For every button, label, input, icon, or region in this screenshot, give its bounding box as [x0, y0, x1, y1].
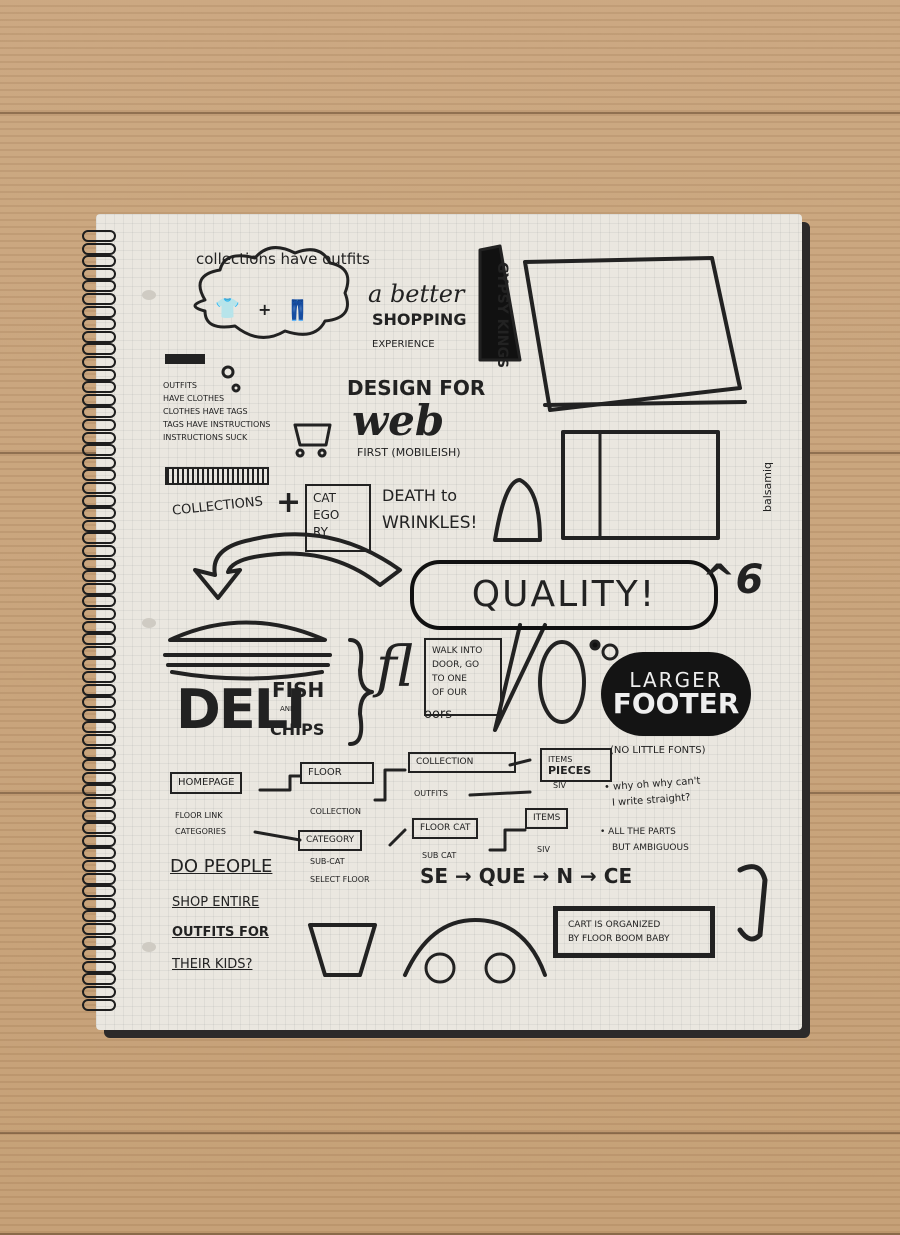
floor-link-text: FLOOR LINK: [175, 811, 223, 820]
floors-oors-text: oors: [424, 707, 453, 722]
iron-icon: [493, 478, 542, 542]
side-note: BUT AMBIGUOUS: [612, 843, 689, 853]
cart-note-line: BY FLOOR BOOM BABY: [568, 934, 670, 944]
note-line: TAGS HAVE INSTRUCTIONS: [163, 420, 271, 429]
balsamiq-text: balsamiq: [761, 462, 774, 513]
walk-line: OF OUR: [432, 688, 468, 698]
design-for-text: DESIGN FOR: [347, 376, 486, 400]
divider-bar: [165, 354, 205, 364]
note-line: HAVE CLOTHES: [163, 394, 225, 403]
category-line: CAT: [313, 491, 336, 505]
categories-text: CATEGORIES: [175, 827, 226, 836]
category-line: RY: [313, 525, 328, 539]
walk-line: DOOR, GO: [432, 660, 480, 670]
chips-text: CHIPS: [270, 720, 325, 739]
no-little-fonts-text: (NO LITTLE FONTS): [610, 745, 706, 756]
outfits-text: OUTFITS: [414, 789, 448, 798]
sandwich-icon: [163, 620, 332, 681]
top-left-notes: OUTFITS HAVE CLOTHES CLOTHES HAVE TAGS T…: [163, 382, 270, 442]
siv-text: SIV: [537, 845, 550, 854]
items-box: ITEMS: [525, 808, 569, 829]
note-line: OUTFITS: [163, 381, 197, 390]
pieces-line: PIECES: [548, 764, 592, 777]
wireframe-screen-small: [561, 430, 720, 540]
death-to-text: DEATH to: [382, 486, 458, 505]
floor-cat-box: FLOOR CAT: [412, 818, 479, 839]
bucket-icon: [308, 923, 377, 977]
wrinkles-text: WRINKLES!: [382, 513, 478, 533]
footer-text: FOOTER: [612, 687, 740, 720]
cart-note-line: CART IS ORGANIZED: [568, 920, 661, 930]
shopping-text: SHOPPING: [372, 310, 467, 329]
larger-footer-badge: LARGER FOOTER: [601, 652, 751, 736]
homepage-box: HOMEPAGE: [170, 772, 243, 794]
plus-sign: +: [258, 300, 272, 319]
wireframe-screen-large: [523, 256, 742, 412]
floors-fl-text: fl: [376, 635, 414, 700]
collection-box: COLLECTION: [408, 752, 516, 773]
a-better-text: a better: [368, 280, 465, 308]
gypsy-kings-text: GYPSY KINGS: [494, 262, 510, 369]
plus-sign: +: [276, 485, 302, 520]
and-text: AND: [280, 705, 296, 713]
collection-label-text: COLLECTION: [310, 807, 361, 816]
siv-text: SIV: [553, 781, 566, 790]
walk-line: TO ONE: [432, 674, 467, 684]
shopping-cart-icon: [293, 423, 332, 458]
do-people-text: DO PEOPLE: [170, 856, 273, 877]
outfit-icon: 👖: [285, 298, 310, 322]
category-flow-box: CATEGORY: [298, 830, 363, 851]
experience-text: EXPERIENCE: [372, 339, 435, 350]
first-mobileish-text: FIRST (MOBILEISH): [357, 446, 461, 459]
flip-flop-icon: [538, 640, 586, 724]
select-floor-text: SELECT FLOOR: [310, 875, 370, 884]
note-line: CLOTHES HAVE TAGS: [163, 407, 248, 416]
walk-into-box: WALK INTO DOOR, GO TO ONE OF OUR: [424, 638, 502, 716]
quality-speech-bubble: QUALITY!: [410, 560, 718, 630]
quality-text: QUALITY!: [471, 574, 657, 615]
side-note: • ALL THE PARTS: [600, 827, 676, 837]
floor-box: FLOOR: [300, 762, 374, 784]
sequence-text: SE → QUE → N → CE: [420, 864, 633, 888]
category-box: CAT EGO RY: [305, 484, 371, 552]
category-line: EGO: [313, 508, 340, 522]
shirt-icon: 👕: [215, 296, 240, 320]
sub-cat-text: SUB-CAT: [310, 857, 345, 866]
fish-text: FISH: [272, 678, 325, 702]
collections-have-outfits-text: collections have outfits: [196, 250, 370, 268]
shop-entire-text: SHOP ENTIRE: [172, 895, 260, 910]
items-pieces-box: ITEMS PIECES: [540, 748, 612, 782]
fish-icon: [737, 864, 768, 942]
caret-six-text: ^6: [702, 557, 764, 603]
their-kids-text: THEIR KIDS?: [172, 957, 253, 972]
web-text: web: [352, 396, 445, 445]
sub-cat-label-text: SUB CAT: [422, 851, 457, 860]
outfits-for-text: OUTFITS FOR: [172, 925, 269, 940]
cart-note-box: CART IS ORGANIZED BY FLOOR BOOM BABY: [553, 906, 715, 958]
note-line: INSTRUCTIONS SUCK: [163, 433, 248, 442]
walk-line: WALK INTO: [432, 646, 483, 656]
divider-bar: [165, 467, 269, 485]
